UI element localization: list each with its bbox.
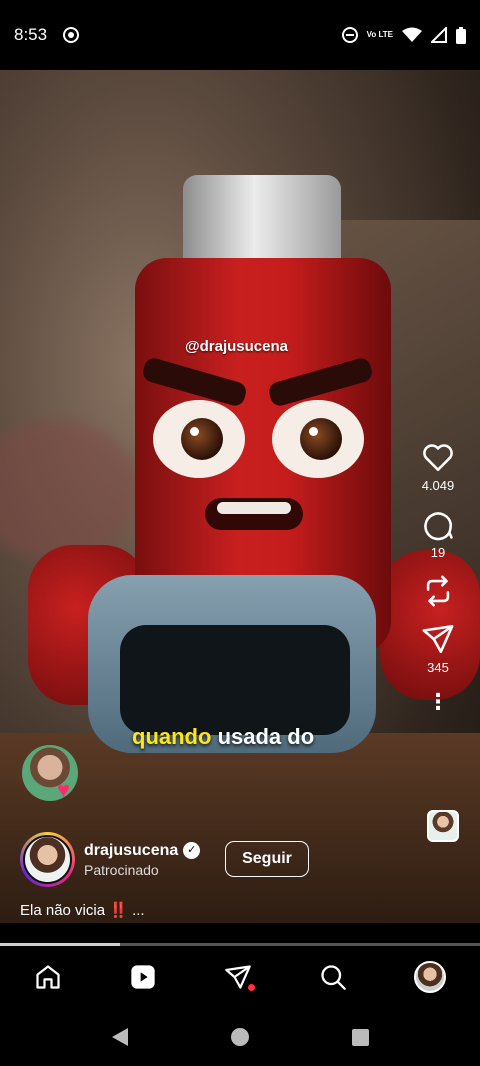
sponsored-label: Patrocinado [84,861,159,878]
right-eye [272,400,364,478]
screen-record-icon [63,27,80,43]
post-caption[interactable]: Ela não vicia ‼️ ... [20,901,145,919]
recents-icon[interactable] [351,1028,369,1046]
status-bar: 8:53 Vo LTE [0,0,480,70]
wifi-icon [402,27,422,42]
repost-icon [426,575,450,607]
signal-icon [431,27,447,43]
battery-icon [456,26,466,44]
author-row: drajusucena ✓ Patrocinado [20,832,201,887]
subtitle-overlay: quando usada do [132,724,314,750]
author-username[interactable]: drajusucena [84,842,178,860]
like-button[interactable]: 4.049 [421,440,455,493]
system-nav-bar [0,1008,480,1066]
share-count: 345 [427,660,449,675]
back-icon[interactable] [111,1028,128,1046]
tab-search[interactable] [319,963,347,991]
sticker-heart-icon: ♥ [57,777,71,802]
left-eye [153,400,245,478]
profile-avatar [414,961,447,993]
subtitle-text: usada do [217,724,315,749]
author-avatar[interactable] [20,832,75,887]
caption-text: Ela não vicia [20,902,106,919]
like-count: 4.049 [421,478,455,493]
follow-button[interactable]: Seguir [225,841,309,877]
status-icons: Vo LTE [341,26,466,44]
tab-home[interactable] [34,963,62,991]
caption-emphasis: ‼️ [109,902,128,919]
more-icon[interactable]: ⋮ [427,691,449,713]
repost-button[interactable] [421,574,455,608]
share-icon [422,624,454,654]
comment-count: 19 [430,545,446,560]
verified-badge-icon: ✓ [183,842,201,859]
status-time: 8:53 [14,25,48,44]
comment-icon [424,512,453,541]
mouthpiece-opening [120,625,350,735]
tab-messages[interactable] [224,963,255,991]
action-rail: 4.049 19 345 ⋮ [408,440,468,713]
bottom-tab-bar [0,946,480,1008]
home-nav-icon[interactable] [230,1028,249,1046]
tab-profile[interactable] [414,961,447,993]
video-watermark: @drajusucena [185,338,288,355]
reels-icon [131,965,155,989]
comment-button[interactable]: 19 [421,507,455,560]
heart-icon [423,444,453,472]
search-icon [321,965,346,990]
share-button[interactable]: 345 [421,622,455,675]
home-icon [35,965,60,989]
audio-thumbnail[interactable] [427,810,459,842]
inhaler-canister [183,175,341,267]
angry-mouth [205,498,303,530]
tab-reels[interactable] [129,963,157,991]
do-not-disturb-icon [341,27,358,43]
subtitle-highlight: quando [132,724,212,749]
background-pillow [0,420,140,560]
caption-more[interactable]: ... [132,902,145,919]
notification-dot [247,984,255,991]
volte-icon: Vo LTE [366,30,393,39]
